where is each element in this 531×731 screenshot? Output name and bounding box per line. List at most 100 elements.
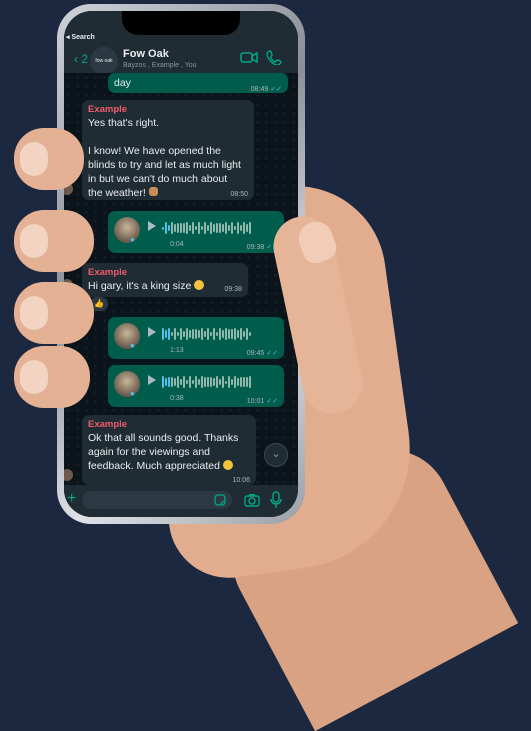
- waveform-bar: [213, 378, 215, 386]
- waveform-bar: [222, 330, 224, 338]
- waveform-bar: [231, 221, 233, 235]
- waveform-bar: [186, 222, 188, 234]
- waveform-bar: [234, 328, 236, 340]
- chevron-left-icon: ‹: [74, 52, 78, 66]
- waveform-bar: [168, 327, 170, 341]
- phone-notch: [122, 11, 240, 35]
- waveform-bar: [240, 376, 242, 388]
- message-sender: Example: [88, 267, 128, 278]
- fingernail: [20, 142, 48, 176]
- waveform-bar: [231, 379, 233, 385]
- message-bubble-incoming[interactable]: Example Yes that's right. I know! We hav…: [82, 100, 254, 200]
- waveform-bar: [162, 226, 164, 230]
- message-bubble-incoming[interactable]: Example Ok that all sounds good. Thanks …: [82, 415, 256, 485]
- waveform-bar: [180, 223, 182, 233]
- waveform-bar: [165, 330, 167, 338]
- message-sender: Example: [88, 104, 128, 115]
- attach-plus-icon[interactable]: +: [67, 491, 76, 507]
- hand-finger: [14, 282, 94, 344]
- waveform-bar: [183, 330, 185, 338]
- voice-duration: 0:04: [170, 241, 184, 248]
- waveform-bar: [213, 327, 215, 341]
- voice-waveform[interactable]: [162, 375, 251, 389]
- waveform-bar: [222, 375, 224, 389]
- play-icon[interactable]: [148, 221, 156, 231]
- waveform-bar: [225, 221, 227, 235]
- message-sender: Example: [88, 419, 128, 430]
- waveform-bar: [246, 224, 248, 232]
- waveform-bar: [180, 327, 182, 341]
- waveform-bar: [192, 221, 194, 235]
- message-line: I know! We have opened the: [88, 145, 221, 157]
- voice-message-outgoing[interactable]: ● 1:13 09:45 ✓✓: [108, 317, 284, 359]
- camera-icon[interactable]: [244, 493, 260, 507]
- waveform-bar: [216, 222, 218, 234]
- message-time: 08:50: [230, 191, 248, 198]
- waveform-bar: [237, 221, 239, 235]
- waveform-bar: [237, 378, 239, 386]
- waveform-bar: [165, 377, 167, 387]
- waveform-bar: [195, 328, 197, 340]
- compose-bar: +: [64, 485, 298, 517]
- sender-avatar[interactable]: [64, 469, 73, 481]
- scroll-to-bottom-button[interactable]: ⌄: [264, 443, 288, 467]
- waveform-bar: [201, 376, 203, 388]
- smile-emoji-icon: [222, 460, 233, 470]
- phone-call-icon[interactable]: [266, 49, 284, 65]
- sticker-icon[interactable]: [214, 494, 226, 506]
- waveform-bar: [225, 380, 227, 384]
- chat-title[interactable]: Fow Oak: [123, 48, 169, 60]
- voice-duration: 0:38: [170, 395, 184, 402]
- chevron-down-icon: ⌄: [271, 448, 281, 460]
- waveform-bar: [243, 331, 245, 337]
- video-call-icon[interactable]: [240, 49, 258, 65]
- waveform-bar: [186, 328, 188, 340]
- voice-message-outgoing[interactable]: ● 0:38 10:01 ✓✓: [108, 365, 284, 407]
- waveform-bar: [183, 223, 185, 233]
- waveform-bar: [192, 379, 194, 385]
- message-line: again for the viewings and: [88, 446, 210, 458]
- waveform-bar: [240, 225, 242, 231]
- waveform-bar: [219, 379, 221, 385]
- back-button[interactable]: ‹ 2: [74, 52, 88, 66]
- smile-emoji-icon: [194, 280, 205, 290]
- chat-area[interactable]: day 08:49 ✓✓ Example Yes that's right. I …: [64, 73, 298, 493]
- monkey-emoji-icon: [148, 187, 158, 196]
- message-bubble-incoming[interactable]: Example Hi gary, it's a king size 09:38: [82, 263, 248, 297]
- status-back-search[interactable]: ◂ Search: [66, 33, 95, 41]
- message-time: 09:38: [224, 286, 242, 293]
- waveform-bar: [189, 329, 191, 339]
- message-line: the weather!: [88, 186, 158, 200]
- waveform-bar: [198, 329, 200, 339]
- waveform-bar: [219, 222, 221, 234]
- waveform-bar: [171, 376, 173, 388]
- message-text: day: [114, 77, 131, 89]
- message-bubble-outgoing[interactable]: day 08:49 ✓✓: [108, 73, 288, 93]
- waveform-bar: [210, 376, 212, 388]
- play-icon[interactable]: [148, 375, 156, 385]
- chat-members: Bayzos , Example , You: [123, 62, 197, 69]
- mic-icon: ●: [130, 341, 135, 350]
- play-icon[interactable]: [148, 327, 156, 337]
- voice-message-outgoing[interactable]: ● 0:04 09:38 ✓✓: [108, 211, 284, 253]
- read-ticks-icon: ✓✓: [270, 86, 282, 93]
- message-line: feedback. Much appreciated: [88, 459, 233, 473]
- waveform-bar: [192, 328, 194, 340]
- voice-waveform[interactable]: [162, 221, 251, 235]
- waveform-bar: [216, 331, 218, 337]
- back-caret-icon: ◂: [66, 34, 70, 41]
- waveform-bar: [174, 327, 176, 341]
- read-ticks-icon: ✓✓: [266, 350, 278, 357]
- waveform-bar: [234, 226, 236, 230]
- waveform-bar: [168, 376, 170, 388]
- waveform-bar: [177, 376, 179, 388]
- waveform-bar: [210, 222, 212, 234]
- waveform-bar: [228, 225, 230, 231]
- mic-icon[interactable]: [270, 491, 282, 509]
- voice-waveform[interactable]: [162, 327, 251, 341]
- waveform-bar: [228, 329, 230, 339]
- message-input[interactable]: [82, 491, 232, 509]
- group-avatar[interactable]: fow oak: [90, 47, 118, 75]
- waveform-bar: [183, 375, 185, 389]
- unread-count: 2: [81, 52, 89, 66]
